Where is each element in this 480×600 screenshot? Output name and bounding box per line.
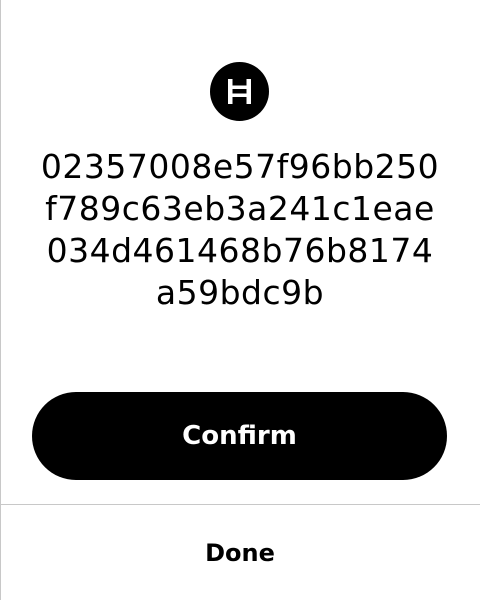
public-key-line: 02357008e57f96bb250 <box>40 147 440 186</box>
hedera-h-icon <box>228 79 251 104</box>
public-key-line: a59bdc9b <box>155 273 325 312</box>
done-button[interactable]: Done <box>0 505 480 600</box>
public-key-line: f789c63eb3a241c1eae <box>45 189 435 228</box>
hedera-logo <box>210 62 269 121</box>
public-key-text: 02357008e57f96bb250 f789c63eb3a241c1eae … <box>0 146 480 314</box>
confirm-button[interactable]: Confirm <box>32 392 447 480</box>
public-key-line: 034d461468b76b8174 <box>46 231 434 270</box>
